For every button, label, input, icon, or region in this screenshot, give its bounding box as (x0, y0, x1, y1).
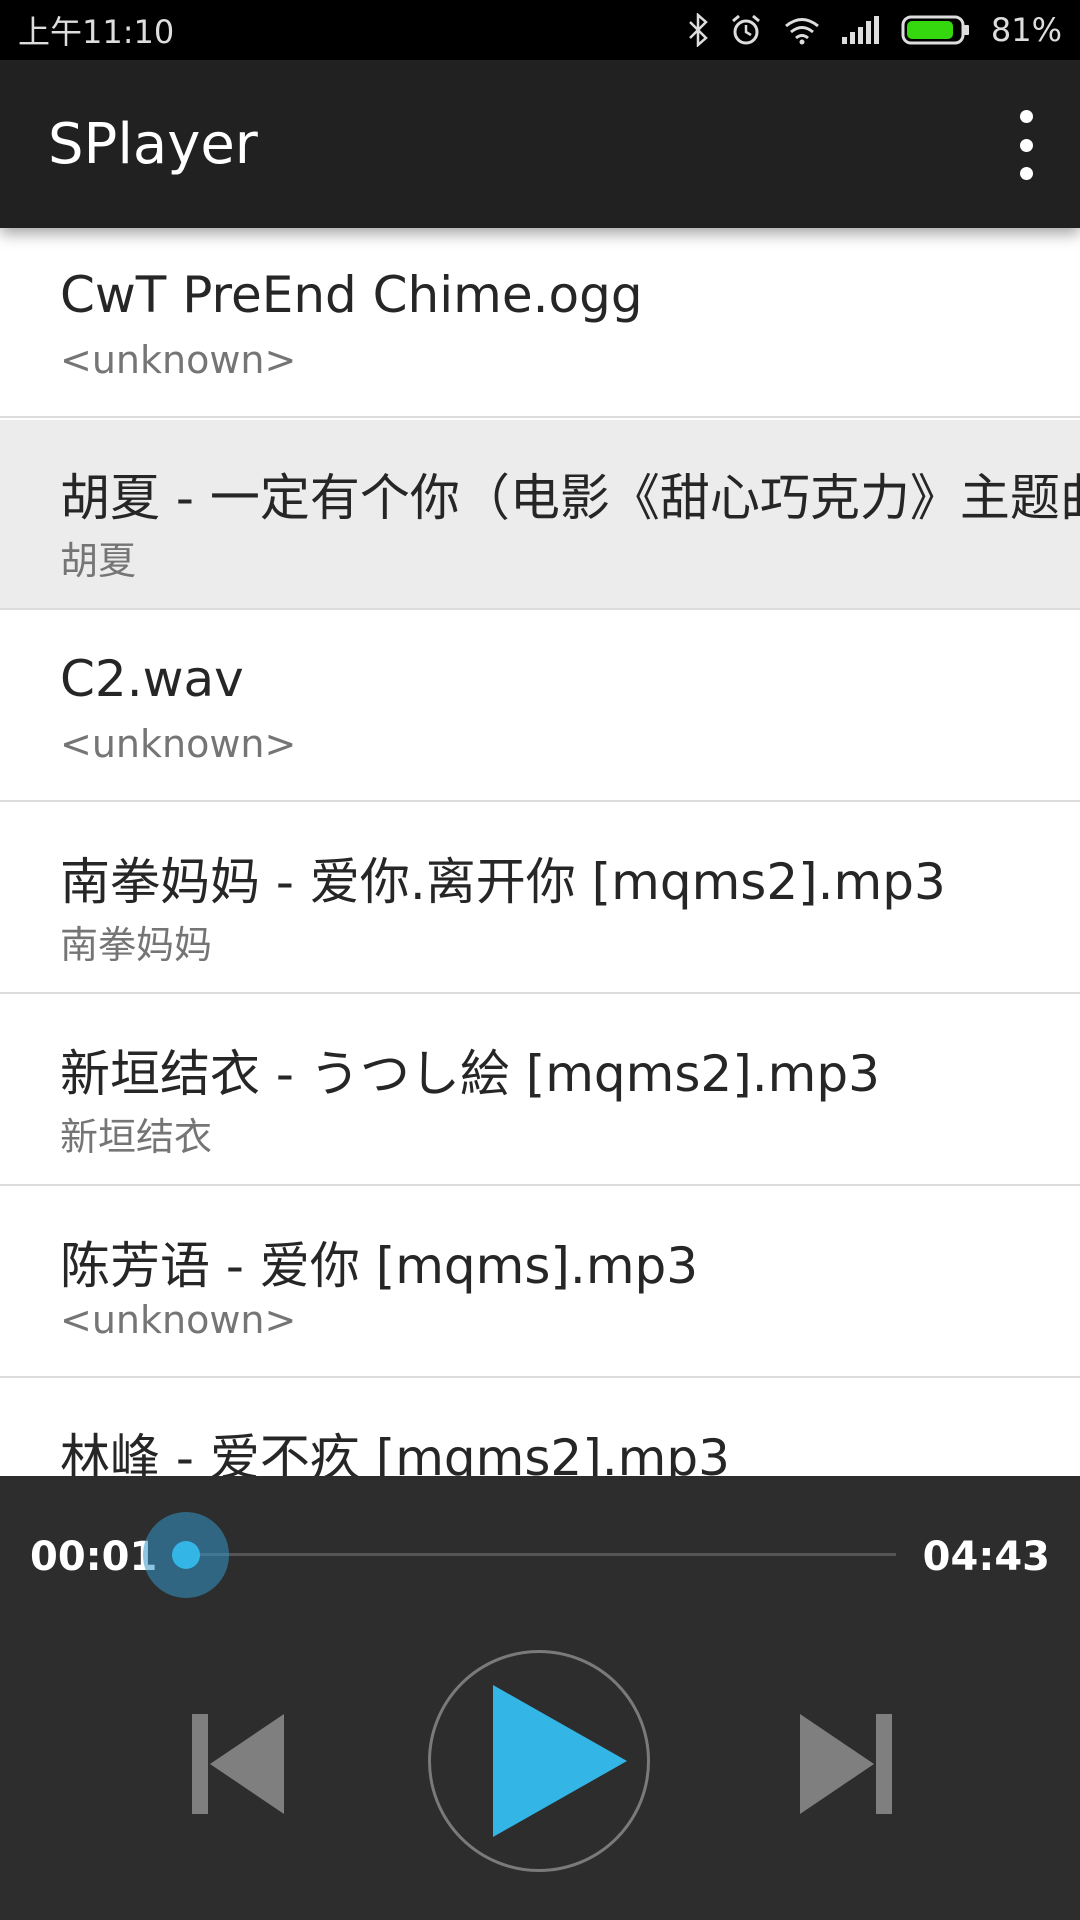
list-item[interactable]: 胡夏 - 一定有个你（电影《甜心巧克力》主题曲 胡夏 (0, 420, 1080, 610)
bluetooth-icon (687, 13, 709, 47)
app-title: SPlayer (48, 112, 258, 177)
song-title: 新垣结衣 - うつし絵 [mqms2].mp3 (60, 1045, 880, 1103)
skip-previous-icon[interactable] (190, 1712, 286, 1816)
total-time: 04:43 (922, 1534, 1050, 1580)
player-panel: 00:01 04:43 (0, 1476, 1080, 1920)
play-icon[interactable] (428, 1650, 650, 1872)
alarm-icon (729, 13, 763, 47)
song-title: C2.wav (60, 650, 244, 708)
song-title: 南拳妈妈 - 爱你.离开你 [mqms2].mp3 (60, 853, 946, 911)
seek-thumb[interactable] (172, 1541, 200, 1569)
seek-bar[interactable] (186, 1553, 896, 1556)
more-vert-icon[interactable] (1006, 110, 1046, 180)
status-icons: 81% (687, 11, 1062, 49)
song-artist: <unknown> (60, 338, 297, 382)
song-artist: 新垣结衣 (60, 1115, 213, 1159)
battery-icon (901, 15, 971, 45)
song-artist: <unknown> (60, 722, 297, 766)
song-artist: 胡夏 (60, 539, 137, 583)
status-time: 上午11:10 (18, 13, 175, 51)
signal-icon (841, 15, 881, 45)
battery-percent: 81% (990, 11, 1062, 49)
app-bar: SPlayer (0, 60, 1080, 228)
song-artist: 南拳妈妈 (60, 923, 213, 967)
song-title: 胡夏 - 一定有个你（电影《甜心巧克力》主题曲 (60, 469, 1080, 527)
status-bar: 上午11:10 81% (0, 0, 1080, 60)
list-item[interactable]: 南拳妈妈 - 爱你.离开你 [mqms2].mp3 南拳妈妈 (0, 804, 1080, 994)
song-list: CwT PreEnd Chime.ogg <unknown> 胡夏 - 一定有个… (0, 228, 1080, 1476)
song-artist: <unknown> (60, 1298, 297, 1342)
list-item[interactable]: 陈芳语 - 爱你 [mqms].mp3 <unknown> (0, 1188, 1080, 1378)
current-time: 00:01 (30, 1534, 158, 1580)
list-item[interactable]: CwT PreEnd Chime.ogg <unknown> (0, 228, 1080, 418)
list-item[interactable]: 新垣结衣 - うつし絵 [mqms2].mp3 新垣结衣 (0, 996, 1080, 1186)
wifi-icon (783, 15, 821, 45)
song-title: 陈芳语 - 爱你 [mqms].mp3 (60, 1237, 699, 1295)
list-item[interactable]: 林峰 - 爱不疚 [mqms2].mp3 (0, 1380, 1080, 1476)
list-item[interactable]: C2.wav <unknown> (0, 612, 1080, 802)
song-title: CwT PreEnd Chime.ogg (60, 266, 643, 324)
skip-next-icon[interactable] (798, 1712, 894, 1816)
song-title: 林峰 - 爱不疚 [mqms2].mp3 (60, 1429, 730, 1476)
